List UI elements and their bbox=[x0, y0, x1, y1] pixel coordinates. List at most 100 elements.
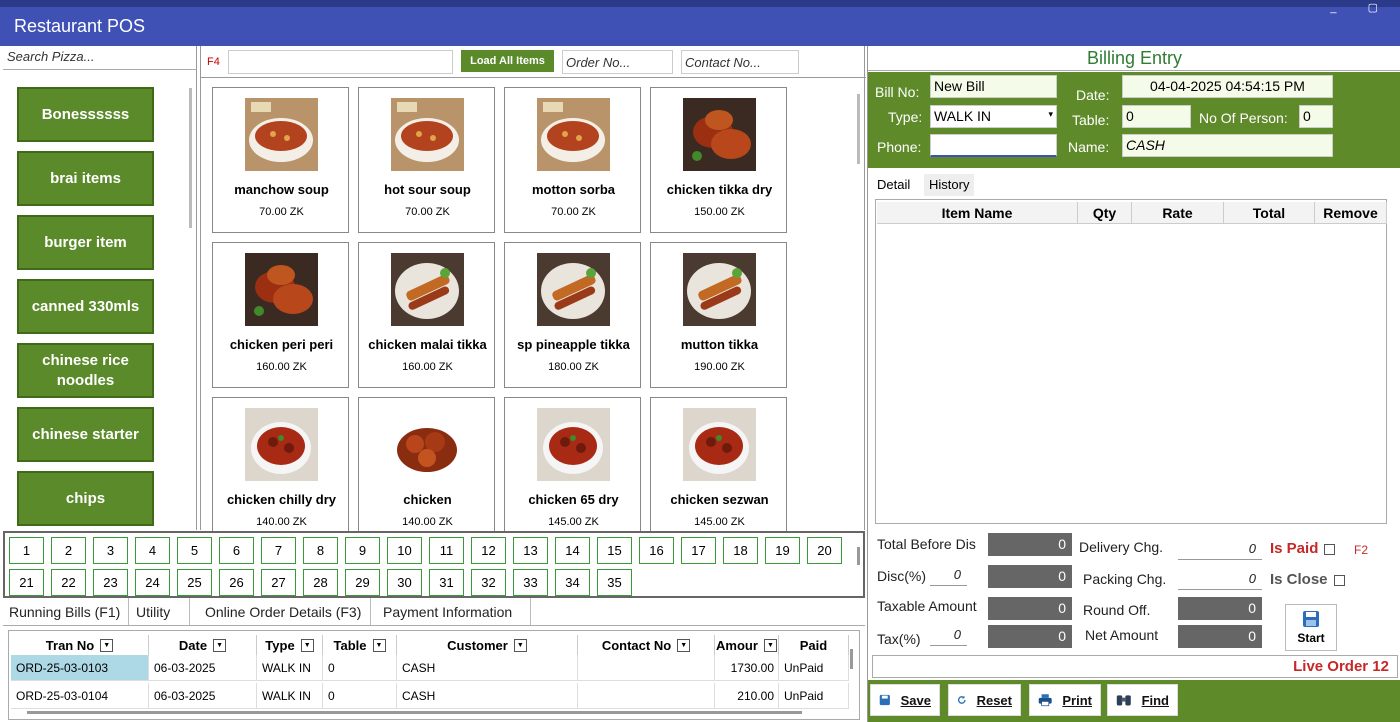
category-button[interactable]: brai items bbox=[17, 151, 154, 206]
filter-dropdown-icon[interactable]: ▼ bbox=[100, 638, 114, 652]
chevron-down-icon[interactable]: ▾ bbox=[1048, 109, 1053, 120]
filter-dropdown-icon[interactable]: ▼ bbox=[677, 638, 691, 652]
table-number-button[interactable]: 6 bbox=[219, 537, 254, 564]
category-button[interactable]: chinese starter bbox=[17, 407, 154, 462]
table-number-button[interactable]: 17 bbox=[681, 537, 716, 564]
date-field[interactable]: 04-04-2025 04:54:15 PM bbox=[1122, 75, 1333, 98]
category-button[interactable]: chips bbox=[17, 471, 154, 526]
table-number-button[interactable]: 1 bbox=[9, 537, 44, 564]
table-number-button[interactable]: 32 bbox=[471, 569, 506, 596]
table-number-button[interactable]: 4 bbox=[135, 537, 170, 564]
table-number-button[interactable]: 7 bbox=[261, 537, 296, 564]
items-scrollbar[interactable] bbox=[857, 94, 860, 164]
column-header[interactable]: Tran No ▼ bbox=[11, 635, 149, 655]
table-number-button[interactable]: 19 bbox=[765, 537, 800, 564]
table-cell[interactable]: 210.00 bbox=[715, 683, 779, 709]
table-number-button[interactable]: 24 bbox=[135, 569, 170, 596]
table-number-button[interactable]: 18 bbox=[723, 537, 758, 564]
category-scrollbar[interactable] bbox=[189, 88, 192, 228]
table-number-button[interactable]: 14 bbox=[555, 537, 590, 564]
table-number-button[interactable]: 22 bbox=[51, 569, 86, 596]
menu-item-card[interactable]: manchow soup 70.00 ZK bbox=[212, 87, 349, 233]
table-cell[interactable]: 0 bbox=[323, 655, 397, 681]
menu-item-card[interactable]: chicken 65 dry 145.00 ZK bbox=[504, 397, 641, 543]
column-header[interactable]: Type ▼ bbox=[257, 635, 323, 655]
contact-no-input[interactable]: Contact No... bbox=[681, 50, 799, 74]
find-button[interactable]: Find bbox=[1107, 684, 1178, 716]
table-number-button[interactable]: 30 bbox=[387, 569, 422, 596]
persons-field[interactable]: 0 bbox=[1299, 105, 1333, 128]
table-cell[interactable]: CASH bbox=[397, 655, 578, 681]
table-field[interactable]: 0 bbox=[1122, 105, 1191, 128]
column-header[interactable]: Table ▼ bbox=[323, 635, 397, 655]
table-number-button[interactable]: 12 bbox=[471, 537, 506, 564]
table-number-button[interactable]: 29 bbox=[345, 569, 380, 596]
checkbox-icon[interactable] bbox=[1333, 574, 1345, 586]
category-search-input[interactable]: Search Pizza... bbox=[3, 46, 197, 70]
disc-input[interactable]: 0 bbox=[930, 563, 967, 586]
checkbox-icon[interactable] bbox=[1324, 543, 1336, 555]
table-cell[interactable]: 0 bbox=[323, 683, 397, 709]
tab-detail[interactable]: Detail bbox=[872, 174, 916, 196]
menu-item-card[interactable]: chicken 140.00 ZK bbox=[358, 397, 495, 543]
item-search-input[interactable] bbox=[228, 50, 453, 74]
table-number-button[interactable]: 3 bbox=[93, 537, 128, 564]
filter-dropdown-icon[interactable]: ▼ bbox=[213, 638, 227, 652]
packing-input[interactable]: 0 bbox=[1178, 567, 1262, 590]
table-number-button[interactable]: 23 bbox=[93, 569, 128, 596]
table-number-button[interactable]: 5 bbox=[177, 537, 212, 564]
category-button[interactable]: Bonessssss bbox=[17, 87, 154, 142]
column-header[interactable]: Customer ▼ bbox=[397, 635, 578, 655]
table-number-button[interactable]: 35 bbox=[597, 569, 632, 596]
menu-item-card[interactable]: mutton tikka 190.00 ZK bbox=[650, 242, 787, 388]
table-number-button[interactable]: 28 bbox=[303, 569, 338, 596]
window-controls[interactable]: _ ▢ bbox=[1330, 1, 1392, 14]
filter-dropdown-icon[interactable]: ▼ bbox=[300, 638, 314, 652]
category-button[interactable]: canned 330mls bbox=[17, 279, 154, 334]
table-number-button[interactable]: 10 bbox=[387, 537, 422, 564]
filter-dropdown-icon[interactable]: ▼ bbox=[372, 638, 386, 652]
table-number-button[interactable]: 8 bbox=[303, 537, 338, 564]
column-header[interactable]: Rate bbox=[1132, 202, 1224, 224]
table-number-button[interactable]: 25 bbox=[177, 569, 212, 596]
table-number-button[interactable]: 16 bbox=[639, 537, 674, 564]
table-cell[interactable]: CASH bbox=[397, 683, 578, 709]
table-number-button[interactable]: 9 bbox=[345, 537, 380, 564]
column-header[interactable]: Total bbox=[1224, 202, 1315, 224]
menu-item-card[interactable]: motton sorba 70.00 ZK bbox=[504, 87, 641, 233]
print-button[interactable]: Print bbox=[1029, 684, 1101, 716]
is-close-checkbox[interactable]: Is Close bbox=[1270, 571, 1345, 588]
table-cell[interactable]: 06-03-2025 bbox=[149, 683, 257, 709]
grid-horizontal-scrollbar[interactable] bbox=[27, 711, 802, 714]
delivery-input[interactable]: 0 bbox=[1178, 537, 1262, 560]
menu-item-card[interactable]: chicken peri peri 160.00 ZK bbox=[212, 242, 349, 388]
table-number-button[interactable]: 2 bbox=[51, 537, 86, 564]
menu-item-card[interactable]: chicken tikka dry 150.00 ZK bbox=[650, 87, 787, 233]
is-paid-checkbox[interactable]: Is Paid bbox=[1270, 540, 1336, 557]
category-button[interactable]: burger item bbox=[17, 215, 154, 270]
table-cell[interactable]: ORD-25-03-0103 bbox=[11, 655, 149, 681]
column-header[interactable]: Contact No ▼ bbox=[578, 635, 715, 655]
column-header[interactable]: Item Name bbox=[877, 202, 1078, 224]
table-cell[interactable]: 1730.00 bbox=[715, 655, 779, 681]
load-all-items-button[interactable]: Load All Items bbox=[461, 50, 554, 72]
column-header[interactable]: Remove bbox=[1315, 202, 1387, 224]
grid-vertical-scrollbar[interactable] bbox=[850, 649, 853, 669]
column-header[interactable]: Qty bbox=[1078, 202, 1132, 224]
tab-online-orders[interactable]: Online Order Details (F3) bbox=[199, 598, 371, 625]
table-number-button[interactable]: 15 bbox=[597, 537, 632, 564]
tab-history[interactable]: History bbox=[924, 174, 975, 196]
table-cell[interactable] bbox=[578, 683, 715, 709]
table-cell[interactable]: UnPaid bbox=[779, 683, 849, 709]
tab-utility[interactable]: Utility bbox=[130, 598, 190, 625]
table-cell[interactable]: 06-03-2025 bbox=[149, 655, 257, 681]
name-field[interactable]: CASH bbox=[1122, 134, 1333, 157]
table-cell[interactable]: UnPaid bbox=[779, 655, 849, 681]
column-header[interactable]: Paid bbox=[779, 635, 849, 655]
table-number-button[interactable]: 31 bbox=[429, 569, 464, 596]
tab-payment-info[interactable]: Payment Information bbox=[377, 598, 531, 625]
table-cell[interactable] bbox=[578, 655, 715, 681]
table-number-button[interactable]: 26 bbox=[219, 569, 254, 596]
menu-item-card[interactable]: chicken malai tikka 160.00 ZK bbox=[358, 242, 495, 388]
table-number-button[interactable]: 27 bbox=[261, 569, 296, 596]
